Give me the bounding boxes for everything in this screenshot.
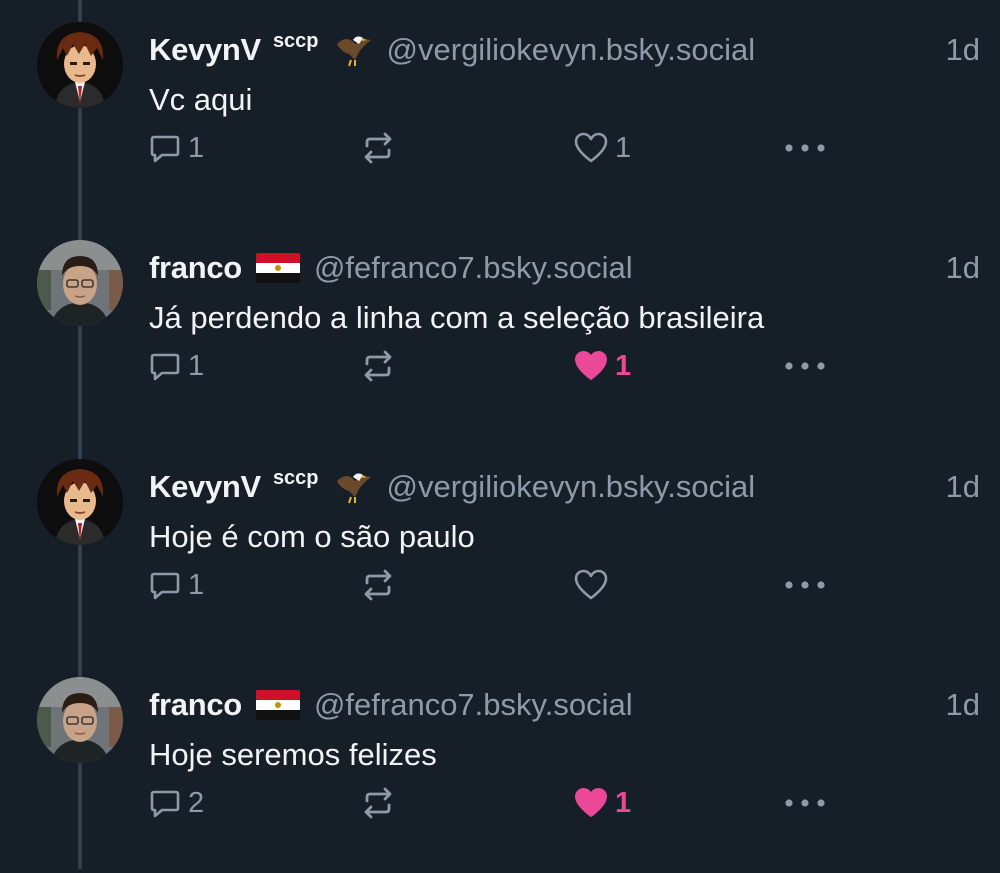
author-name[interactable]: KevynV bbox=[149, 32, 261, 68]
post-text: Hoje é com o são paulo bbox=[149, 519, 475, 554]
post-header: franco @fefranco7.bsky.social bbox=[149, 248, 633, 288]
repost-icon bbox=[364, 350, 392, 382]
like-button[interactable]: 1 bbox=[573, 128, 631, 168]
post-header: KevynV sccp @vergiliokevyn.bsky.social bbox=[149, 467, 755, 507]
more-options-button[interactable] bbox=[783, 783, 827, 823]
reply-button[interactable]: 2 bbox=[148, 783, 204, 823]
heart-outline-icon bbox=[574, 569, 608, 600]
heart-outline-icon bbox=[574, 132, 608, 163]
reply-count: 1 bbox=[188, 131, 205, 164]
photo-avatar-icon bbox=[37, 240, 123, 326]
repost-icon bbox=[364, 569, 392, 601]
heart-filled-icon bbox=[575, 351, 607, 380]
author-handle[interactable]: @fefranco7.bsky.social bbox=[314, 250, 633, 286]
more-dots-icon bbox=[785, 362, 825, 370]
avatar[interactable] bbox=[37, 240, 123, 326]
reply-icon bbox=[150, 572, 180, 600]
cartoon-avatar-icon bbox=[37, 22, 123, 108]
post-time[interactable]: 1d bbox=[946, 30, 980, 70]
like-button[interactable] bbox=[573, 565, 615, 605]
more-dots-icon bbox=[785, 581, 825, 589]
post-text: Vc aqui bbox=[149, 82, 253, 117]
reply-button[interactable]: 1 bbox=[148, 346, 204, 386]
like-button[interactable]: 1 bbox=[573, 346, 631, 386]
post-actions: 1 1 bbox=[0, 128, 1000, 168]
author-handle[interactable]: @vergiliokevyn.bsky.social bbox=[387, 32, 756, 68]
reply-icon bbox=[150, 353, 180, 381]
heart-filled-icon bbox=[575, 788, 607, 817]
more-dots-icon bbox=[785, 799, 825, 807]
author-handle[interactable]: @fefranco7.bsky.social bbox=[314, 687, 633, 723]
post-actions: 2 1 bbox=[0, 783, 1000, 823]
author-name[interactable]: franco bbox=[149, 687, 242, 723]
post-text: Hoje seremos felizes bbox=[149, 737, 437, 772]
post-actions: 1 bbox=[0, 565, 1000, 605]
repost-button[interactable] bbox=[360, 128, 402, 168]
post[interactable]: KevynV sccp @vergiliokevyn.bsky.social 1… bbox=[0, 0, 1000, 218]
reply-button[interactable]: 1 bbox=[148, 565, 204, 605]
post-actions: 1 1 bbox=[0, 346, 1000, 386]
post-time[interactable]: 1d bbox=[946, 467, 980, 507]
reply-icon bbox=[150, 135, 180, 163]
repost-button[interactable] bbox=[360, 565, 402, 605]
eagle-emoji-icon bbox=[333, 30, 373, 70]
avatar[interactable] bbox=[37, 677, 123, 763]
author-superscript: sccp bbox=[272, 466, 319, 489]
author-name[interactable]: KevynV bbox=[149, 469, 261, 505]
more-options-button[interactable] bbox=[783, 128, 827, 168]
post-header: franco @fefranco7.bsky.social bbox=[149, 685, 633, 725]
eagle-emoji-icon bbox=[333, 467, 373, 507]
repost-icon bbox=[364, 787, 392, 819]
egypt-flag-emoji-icon bbox=[255, 253, 300, 283]
reply-button[interactable]: 1 bbox=[148, 128, 204, 168]
author-name[interactable]: franco bbox=[149, 250, 242, 286]
repost-icon bbox=[364, 132, 392, 164]
photo-avatar-icon bbox=[37, 677, 123, 763]
avatar[interactable] bbox=[37, 22, 123, 108]
post-text: Já perdendo a linha com a seleção brasil… bbox=[149, 300, 765, 335]
more-options-button[interactable] bbox=[783, 346, 827, 386]
post-time[interactable]: 1d bbox=[946, 248, 980, 288]
like-count: 1 bbox=[615, 131, 632, 164]
egypt-flag-emoji-icon bbox=[255, 690, 300, 720]
post[interactable]: franco @fefranco7.bsky.social 1d Já perd… bbox=[0, 218, 1000, 436]
post-header: KevynV sccp @vergiliokevyn.bsky.social bbox=[149, 30, 755, 70]
reply-count: 1 bbox=[188, 568, 205, 601]
cartoon-avatar-icon bbox=[37, 459, 123, 545]
more-dots-icon bbox=[785, 144, 825, 152]
author-handle[interactable]: @vergiliokevyn.bsky.social bbox=[387, 469, 756, 505]
repost-button[interactable] bbox=[360, 783, 402, 823]
post[interactable]: franco @fefranco7.bsky.social 1d Hoje se… bbox=[0, 655, 1000, 873]
like-count: 1 bbox=[615, 349, 632, 382]
avatar[interactable] bbox=[37, 459, 123, 545]
more-options-button[interactable] bbox=[783, 565, 827, 605]
like-count: 1 bbox=[615, 786, 632, 819]
like-button[interactable]: 1 bbox=[573, 783, 631, 823]
reply-count: 2 bbox=[188, 786, 205, 819]
reply-count: 1 bbox=[188, 349, 205, 382]
post-time[interactable]: 1d bbox=[946, 685, 980, 725]
reply-icon bbox=[150, 790, 180, 818]
post[interactable]: KevynV sccp @vergiliokevyn.bsky.social 1… bbox=[0, 437, 1000, 655]
author-superscript: sccp bbox=[272, 29, 319, 52]
repost-button[interactable] bbox=[360, 346, 402, 386]
